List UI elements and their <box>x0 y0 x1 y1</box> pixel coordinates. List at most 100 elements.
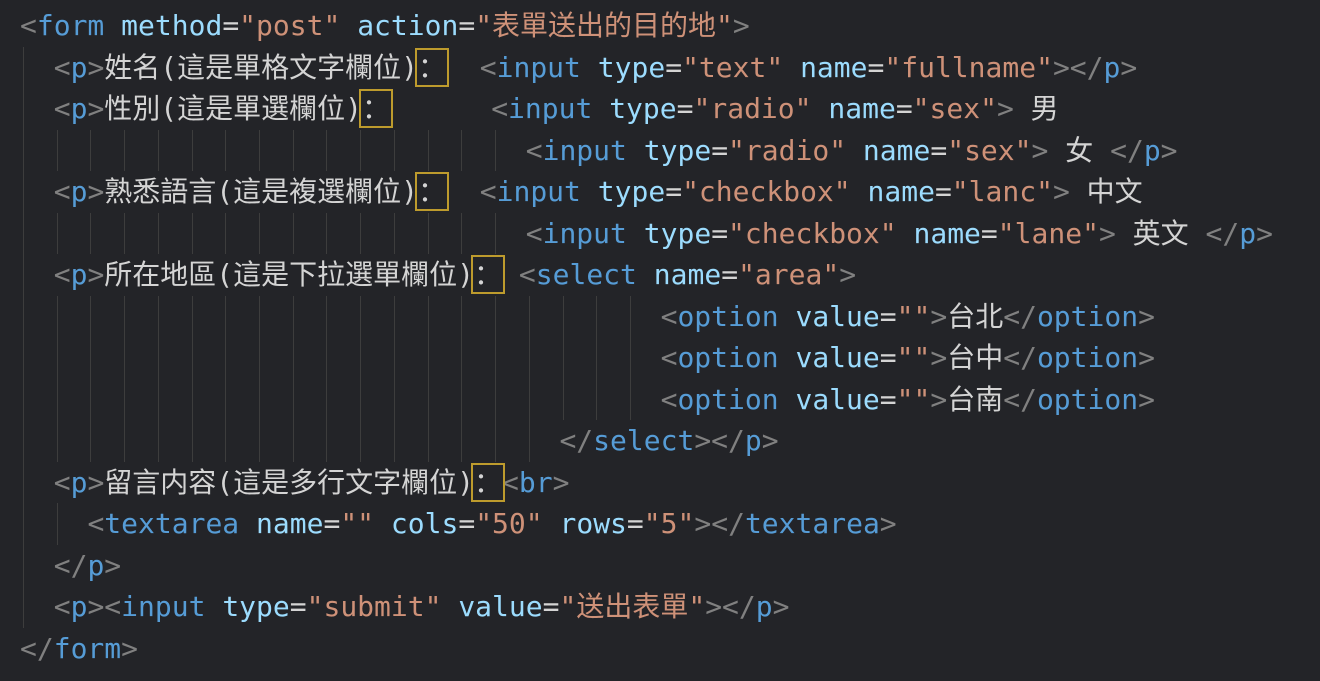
code-token: "" <box>897 341 931 374</box>
code-token: > <box>87 175 104 208</box>
code-token: ></ <box>1053 51 1104 84</box>
code-token: > <box>762 424 779 457</box>
indent-guide <box>124 420 125 462</box>
code-token: p <box>71 175 88 208</box>
code-token: = <box>458 507 475 540</box>
indent-guide <box>360 296 361 338</box>
code-token: > <box>87 466 104 499</box>
code-token <box>104 9 121 42</box>
code-line[interactable]: <form method="post" action="表單送出的目的地"> <box>20 5 1320 47</box>
code-token <box>846 134 863 167</box>
indent-guide <box>461 130 462 172</box>
code-token: = <box>222 9 239 42</box>
code-line[interactable]: <option value="">台北</option> <box>20 296 1320 338</box>
code-token: = <box>880 383 897 416</box>
code-token: name <box>256 507 323 540</box>
code-line[interactable]: <input type="radio" name="sex"> 女 </p> <box>20 130 1320 172</box>
indent-guide <box>630 379 631 421</box>
code-line[interactable]: <p><input type="submit" value="送出表單"></p… <box>20 586 1320 628</box>
code-line[interactable]: <p>所在地區(這是下拉選單欄位)： <select name="area"> <box>20 254 1320 296</box>
indent-guide <box>23 337 24 379</box>
code-line[interactable]: <input type="checkbox" name="lane"> 英文 <… <box>20 213 1320 255</box>
code-token: name <box>800 51 867 84</box>
indent-guide <box>225 337 226 379</box>
indent-guide <box>394 420 395 462</box>
code-token: "" <box>897 300 931 333</box>
indent-guide <box>23 213 24 255</box>
code-token: "5" <box>644 507 695 540</box>
code-token: = <box>627 507 644 540</box>
indent-guide <box>630 337 631 379</box>
indent-guide <box>428 296 429 338</box>
indent-guide <box>326 296 327 338</box>
indent-guide <box>23 47 24 89</box>
code-token: "submit" <box>307 590 442 623</box>
code-token: = <box>677 92 694 125</box>
indent-guide <box>630 296 631 338</box>
code-token: option <box>677 341 778 374</box>
code-token <box>627 134 644 167</box>
code-token: < <box>502 466 519 499</box>
indent-guide <box>57 379 58 421</box>
code-token: p <box>756 590 773 623</box>
code-line[interactable]: <textarea name="" cols="50" rows="5"></t… <box>20 503 1320 545</box>
code-token: < <box>54 258 71 291</box>
indent-guide <box>90 130 91 172</box>
indent-guide <box>461 420 462 462</box>
code-token: </ <box>54 549 88 582</box>
code-token: > <box>839 258 856 291</box>
code-token: 台北 <box>947 300 1003 333</box>
indent-guide <box>428 337 429 379</box>
code-token <box>779 383 796 416</box>
indentation <box>20 175 54 208</box>
code-token: select <box>536 258 637 291</box>
indent-guide <box>90 337 91 379</box>
indent-guide <box>360 213 361 255</box>
code-token: input <box>497 175 581 208</box>
indent-guide <box>124 379 125 421</box>
indent-guide <box>192 213 193 255</box>
code-line[interactable]: <option value="">台南</option> <box>20 379 1320 421</box>
code-token: 女 <box>1048 134 1110 167</box>
code-line[interactable]: <p>留言内容(這是多行文字欄位)：<br> <box>20 462 1320 504</box>
indent-guide <box>158 213 159 255</box>
unicode-highlight-box: ： <box>474 258 502 291</box>
indent-guide <box>428 213 429 255</box>
indent-guide <box>596 296 597 338</box>
code-line[interactable]: <p>熟悉語言(這是複選欄位)： <input type="checkbox" … <box>20 171 1320 213</box>
code-line[interactable]: <p>姓名(這是單格文字欄位)： <input type="text" name… <box>20 47 1320 89</box>
indent-guide <box>192 130 193 172</box>
code-token: 台南 <box>947 383 1003 416</box>
code-token <box>502 258 519 291</box>
indent-guide <box>495 420 496 462</box>
code-token: 英文 <box>1116 217 1206 250</box>
indent-guide <box>158 296 159 338</box>
code-line[interactable]: </select></p> <box>20 420 1320 462</box>
code-token: p <box>1144 134 1161 167</box>
indent-guide <box>529 296 530 338</box>
indent-guide <box>293 337 294 379</box>
code-token: textarea <box>104 507 239 540</box>
code-line[interactable]: </p> <box>20 545 1320 587</box>
code-token <box>627 217 644 250</box>
indent-guide <box>23 545 24 587</box>
code-token: = <box>880 341 897 374</box>
indentation <box>20 92 54 125</box>
code-token: </ <box>1206 217 1240 250</box>
code-line[interactable]: <option value="">台中</option> <box>20 337 1320 379</box>
code-line[interactable]: <p>性別(這是單選欄位)： <input type="radio" name=… <box>20 88 1320 130</box>
code-line[interactable]: </form> <box>20 628 1320 670</box>
indent-guide <box>23 503 24 545</box>
code-area[interactable]: <form method="post" action="表單送出的目的地"> <… <box>0 0 1320 669</box>
code-token <box>783 51 800 84</box>
indent-guide <box>293 213 294 255</box>
indent-guide <box>259 420 260 462</box>
indent-guide <box>225 130 226 172</box>
indent-guide <box>394 296 395 338</box>
code-token: </ <box>1003 383 1037 416</box>
code-token: type <box>598 51 665 84</box>
code-token: = <box>930 134 947 167</box>
indent-guide <box>461 337 462 379</box>
indent-guide <box>293 296 294 338</box>
code-token: p <box>71 590 88 623</box>
